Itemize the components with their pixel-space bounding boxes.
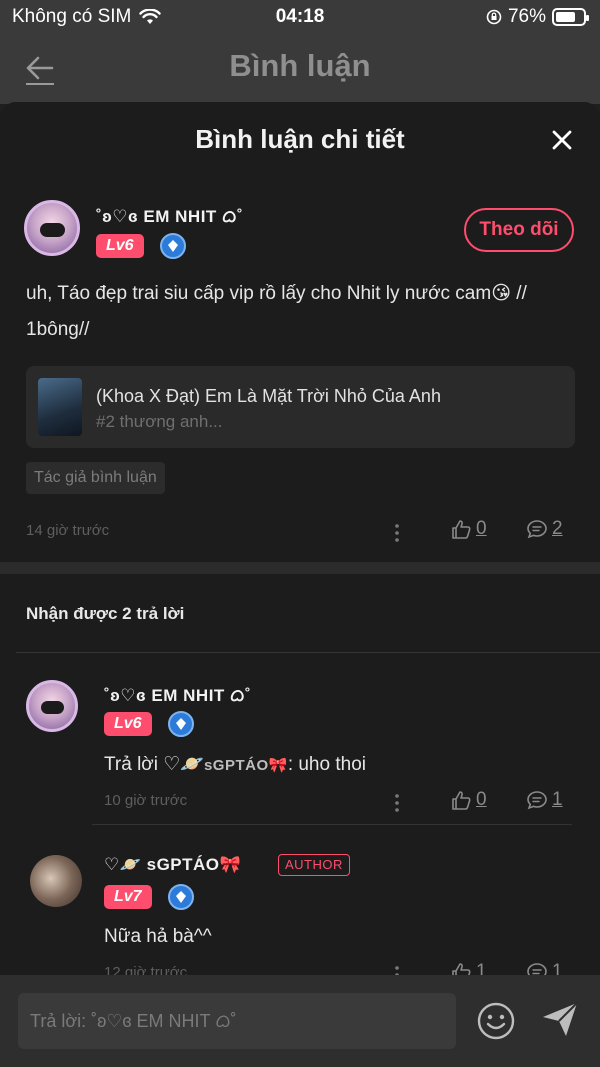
orientation-lock-icon (486, 9, 502, 25)
avatar[interactable] (24, 200, 80, 256)
close-icon[interactable] (550, 128, 574, 152)
like-button[interactable]: 0 (450, 789, 487, 811)
status-bar: Không có SIM 04:18 76% (0, 0, 600, 34)
comment-author-tag: Tác giả bình luận (26, 462, 165, 494)
diamond-icon (176, 891, 186, 903)
emoji-icon[interactable] (476, 1001, 516, 1041)
level-badge: Lv6 (104, 712, 152, 736)
author-badge: AUTHOR (278, 854, 350, 876)
reply-text: Trả lời ♡🪐sGPTÁO🎀: uho thoi (104, 752, 366, 776)
sheet-header: Bình luận chi tiết (0, 102, 600, 178)
level-badge: Lv6 (96, 234, 144, 258)
battery-percent: 76% (507, 6, 546, 27)
avatar-mask (39, 223, 65, 237)
follow-button[interactable]: Theo dõi (464, 208, 574, 252)
divider (92, 824, 572, 825)
level-badge: Lv7 (104, 885, 152, 909)
battery-fill (556, 12, 575, 22)
reply-username[interactable]: ♡🪐 sGPTÁO🎀 (104, 855, 241, 875)
reply-button[interactable]: 1 (526, 789, 563, 811)
avatar[interactable] (26, 680, 78, 732)
reply-username[interactable]: ˚ʚ♡ɞ EM NHIT ᜊ˚ (104, 683, 251, 706)
reply-button[interactable]: 2 (526, 518, 563, 540)
like-count: 0 (476, 518, 487, 539)
reply-composer (0, 975, 600, 1067)
reply-time: 10 giờ trước (104, 792, 188, 809)
mention-username[interactable]: sGPTÁO🎀 (204, 757, 288, 774)
thumbs-up-icon (452, 520, 471, 539)
comment-bubble-icon (527, 520, 547, 539)
reply-prefix: Trả lời ♡🪐 (104, 754, 204, 775)
story-title: (Khoa X Đạt) Em Là Mặt Trời Nhỏ Của Anh (96, 386, 441, 406)
sheet-title: Bình luận chi tiết (195, 124, 405, 154)
section-divider (0, 562, 600, 574)
vip-badge (168, 884, 194, 910)
comment-text: uh, Táo đẹp trai siu cấp vip rồ lấy cho … (26, 283, 527, 340)
reply-input[interactable] (18, 993, 456, 1049)
reply-suffix: : uho thoi (287, 754, 366, 775)
comment-time: 14 giờ trước (26, 522, 110, 539)
like-button[interactable]: 0 (450, 518, 487, 540)
divider (16, 652, 600, 653)
avatar[interactable] (30, 855, 82, 907)
story-thumbnail (38, 378, 82, 436)
more-options-icon[interactable] (394, 792, 400, 814)
reply-count: 1 (552, 789, 563, 810)
like-count: 0 (476, 789, 487, 810)
top-bar: Bình luận (0, 34, 600, 104)
diamond-icon (176, 718, 186, 730)
more-options-icon[interactable] (394, 522, 400, 544)
thumbs-up-icon (452, 791, 471, 810)
story-card[interactable]: (Khoa X Đạt) Em Là Mặt Trời Nhỏ Của Anh … (26, 366, 575, 448)
diamond-icon (168, 240, 178, 252)
avatar-mask (40, 701, 64, 715)
send-icon[interactable] (540, 999, 580, 1039)
vip-badge (168, 711, 194, 737)
story-chapter: #2 thương anh... (96, 412, 223, 431)
comment-bubble-icon (527, 791, 547, 810)
replies-count-heading: Nhận được 2 trả lời (26, 604, 185, 623)
page-title: Bình luận (229, 48, 371, 83)
status-right: 76% (486, 6, 589, 28)
battery-icon (552, 8, 589, 26)
vip-badge (160, 233, 186, 259)
comment-username[interactable]: ˚ʚ♡ɞ EM NHIT ᜊ˚ (96, 204, 243, 227)
reply-count: 2 (552, 518, 563, 539)
reply-text: Nữa hả bà^^ (104, 926, 212, 947)
